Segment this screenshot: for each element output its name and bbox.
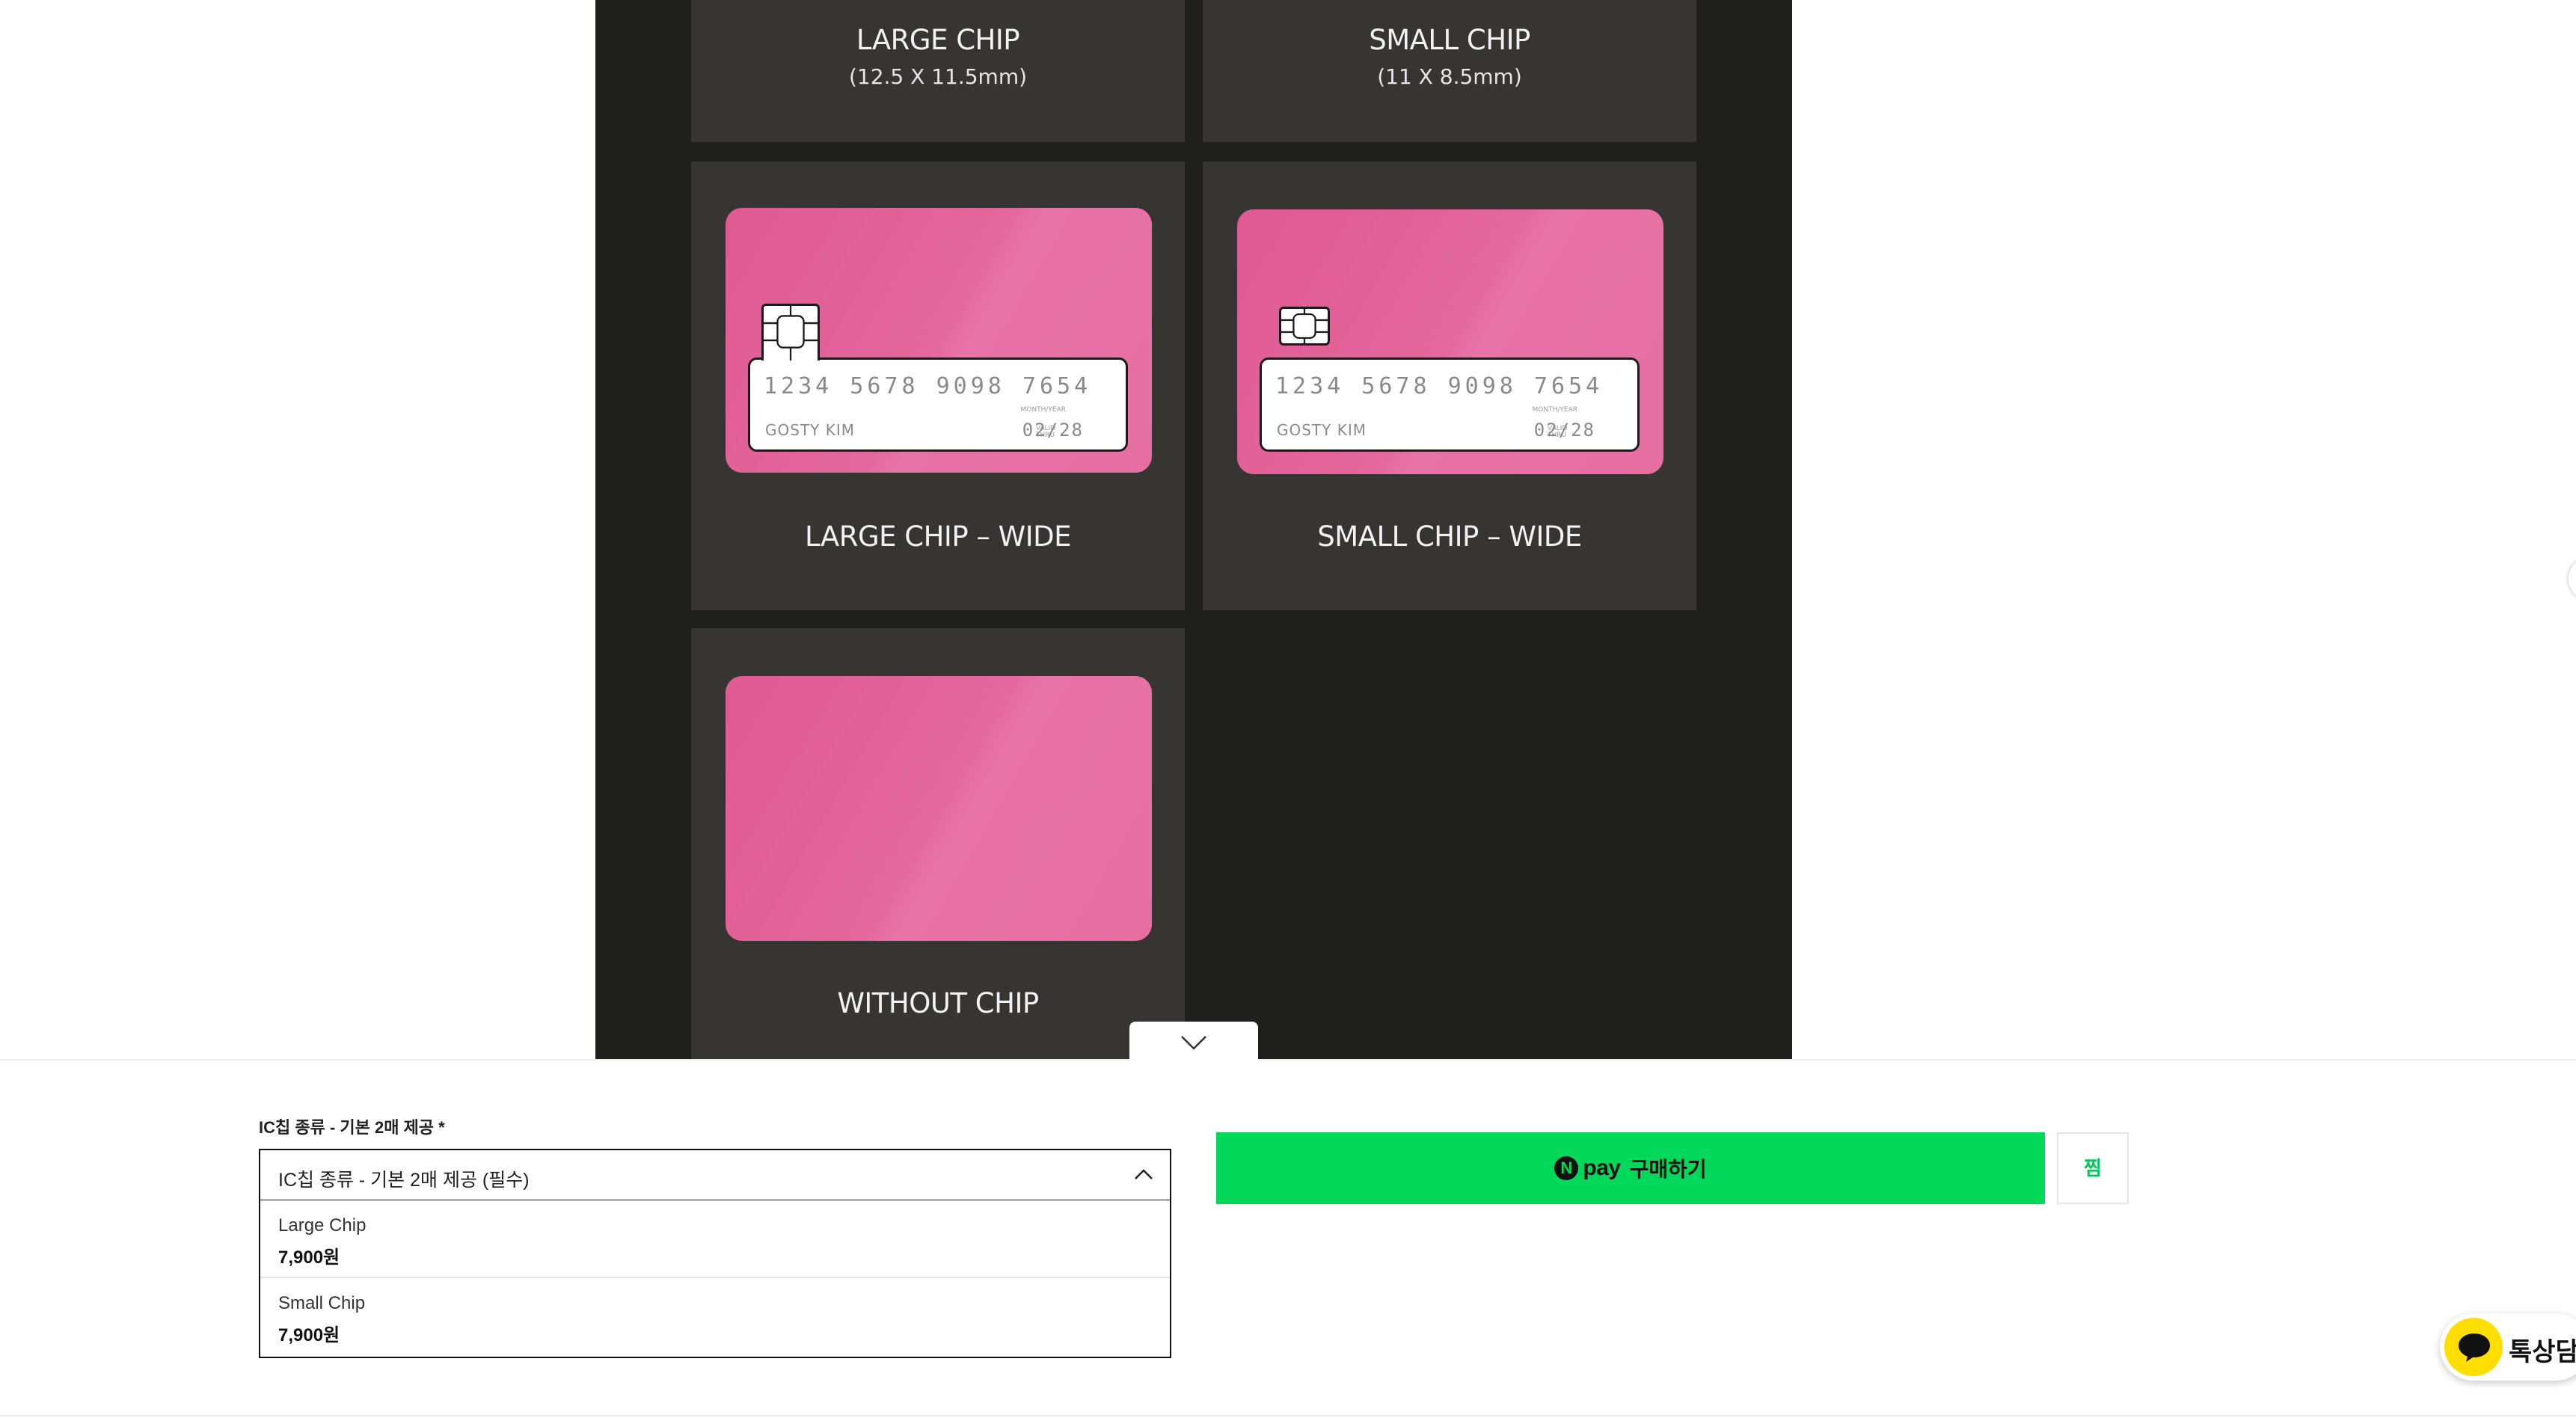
purchase-bar: IC칩 종류 - 기본 2매 제공 * IC칩 종류 - 기본 2매 제공 (필… bbox=[0, 1059, 2576, 1417]
option-select[interactable]: IC칩 종류 - 기본 2매 제공 (필수) bbox=[259, 1149, 1171, 1201]
option-item-large-chip[interactable]: Large Chip 7,900원 bbox=[260, 1200, 1170, 1278]
talk-talk-button[interactable]: 톡상담 bbox=[2440, 1313, 2576, 1381]
card-info-strip: 1234 5678 9098 7654 GOSTY KIM MONTH/YEAR… bbox=[1260, 357, 1640, 452]
card-illustration: 1234 5678 9098 7654 GOSTY KIM MONTH/YEAR… bbox=[1237, 209, 1663, 474]
expand-image-tab[interactable] bbox=[1129, 1022, 1258, 1061]
tile-small-chip-wide: 1234 5678 9098 7654 GOSTY KIM MONTH/YEAR… bbox=[1203, 162, 1696, 610]
option-dropdown-list: Large Chip 7,900원 Small Chip 7,900원 bbox=[259, 1200, 1171, 1358]
tile-label: LARGE CHIP – WIDE bbox=[804, 521, 1072, 553]
chevron-up-icon bbox=[1135, 1169, 1153, 1179]
product-detail-image: LARGE CHIP (12.5 X 11.5mm) SMALL CHIP (1… bbox=[595, 0, 1792, 1059]
option-price: 7,900원 bbox=[278, 1247, 340, 1268]
card-expiry: 02/28 bbox=[1533, 420, 1595, 441]
option-title: IC칩 종류 - 기본 2매 제공 * bbox=[259, 1118, 445, 1137]
option-name: Small Chip bbox=[278, 1293, 366, 1313]
card-month-year-label: MONTH/YEAR bbox=[1532, 406, 1577, 414]
select-value: IC칩 종류 - 기본 2매 제공 (필수) bbox=[278, 1170, 530, 1191]
tile-label: SMALL CHIP – WIDE bbox=[1317, 521, 1582, 553]
npay-wordmark: pay bbox=[1583, 1155, 1621, 1180]
tile-large-chip: LARGE CHIP (12.5 X 11.5mm) bbox=[691, 0, 1185, 142]
tile-small-chip: SMALL CHIP (11 X 8.5mm) bbox=[1203, 0, 1696, 142]
card-number: 1234 5678 9098 7654 bbox=[1275, 373, 1604, 399]
tile-label: LARGE CHIP bbox=[856, 24, 1020, 56]
card-month-year-label: MONTH/YEAR bbox=[1020, 406, 1066, 414]
divider bbox=[0, 1415, 2576, 1417]
chevron-down-icon bbox=[1181, 1036, 1206, 1050]
tile-sublabel: (11 X 8.5mm) bbox=[1377, 64, 1522, 89]
speech-bubble-icon bbox=[2444, 1318, 2503, 1376]
ic-chip-icon bbox=[1279, 307, 1330, 346]
option-item-small-chip[interactable]: Small Chip 7,900원 bbox=[260, 1278, 1170, 1356]
card-holder-name: GOSTY KIM bbox=[1277, 421, 1367, 439]
tile-without-chip: WITHOUT CHIP bbox=[691, 628, 1185, 1059]
option-name: Large Chip bbox=[278, 1215, 367, 1236]
wishlist-button[interactable]: 찜 bbox=[2057, 1132, 2129, 1204]
npay-logo-icon: N bbox=[1554, 1156, 1579, 1180]
tile-sublabel: (12.5 X 11.5mm) bbox=[848, 64, 1028, 89]
tile-large-chip-wide: 1234 5678 9098 7654 GOSTY KIM MONTH/YEAR… bbox=[691, 162, 1185, 610]
card-illustration: 1234 5678 9098 7654 GOSTY KIM MONTH/YEAR… bbox=[726, 208, 1152, 473]
card-holder-name: GOSTY KIM bbox=[765, 421, 855, 439]
card-number: 1234 5678 9098 7654 bbox=[764, 373, 1092, 399]
card-illustration bbox=[726, 676, 1152, 941]
tile-label: SMALL CHIP bbox=[1369, 24, 1530, 56]
card-info-strip: 1234 5678 9098 7654 GOSTY KIM MONTH/YEAR… bbox=[748, 357, 1128, 452]
side-panel-handle[interactable] bbox=[2569, 556, 2576, 601]
tile-label: WITHOUT CHIP bbox=[837, 987, 1039, 1019]
npay-buy-button[interactable]: N pay 구매하기 bbox=[1216, 1132, 2045, 1204]
card-expiry: 02/28 bbox=[1022, 420, 1084, 441]
talk-talk-label: 톡상담 bbox=[2509, 1338, 2576, 1366]
option-price: 7,900원 bbox=[278, 1325, 340, 1345]
npay-button-label: 구매하기 bbox=[1629, 1158, 1707, 1181]
ic-chip-icon bbox=[761, 304, 820, 360]
